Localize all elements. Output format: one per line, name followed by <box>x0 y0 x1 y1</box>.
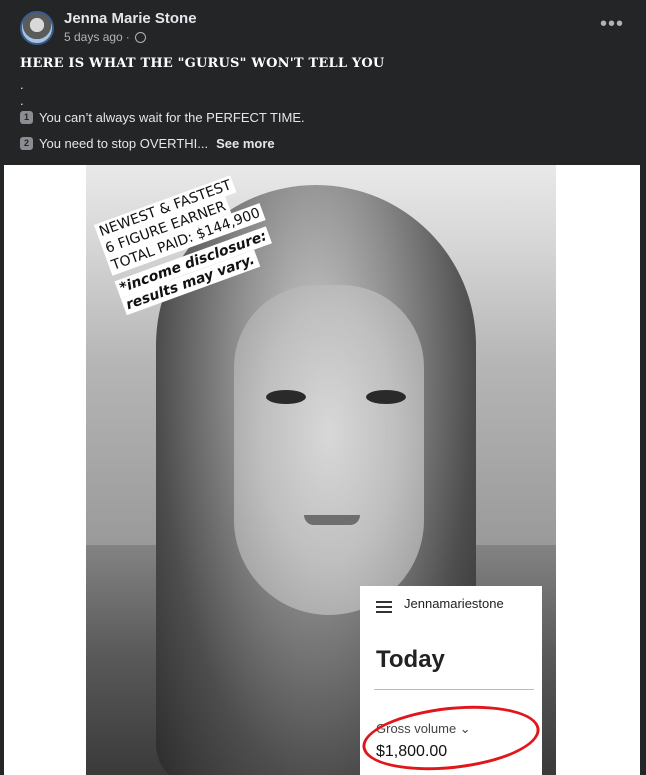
meta-separator: · <box>125 30 130 44</box>
red-circle-highlight <box>359 697 543 775</box>
post-image[interactable]: NEWEST & FASTEST 6 FIGURE EARNER TOTAL P… <box>4 165 640 775</box>
see-more-link[interactable]: See more <box>216 136 275 151</box>
left-eye <box>266 390 306 404</box>
post-line-text: You can’t always wait for the PERFECT TI… <box>39 110 305 125</box>
account-name: Jennamariestone <box>404 596 504 611</box>
post-dot: . <box>20 93 24 108</box>
keycap-2-icon: 2 <box>20 137 33 150</box>
post-headline: HERE IS WHAT THE "GURUS" WON'T TELL YOU <box>20 56 385 71</box>
right-eye <box>366 390 406 404</box>
today-heading: Today <box>376 646 445 673</box>
globe-icon <box>134 31 146 43</box>
more-options-icon[interactable]: ••• <box>600 14 624 34</box>
post-line-1: 1 You can’t always wait for the PERFECT … <box>20 110 305 125</box>
mouth-shape <box>304 515 360 525</box>
keycap-1-icon: 1 <box>20 111 33 124</box>
post-line-text: You need to stop OVERTHI... <box>39 136 209 151</box>
author-avatar[interactable] <box>20 11 54 45</box>
post-dot: . <box>20 77 24 92</box>
post-line-2: 2 You need to stop OVERTHI... See more <box>20 136 275 151</box>
hamburger-menu-icon <box>376 598 392 616</box>
facebook-post: Jenna Marie Stone 5 days ago · ••• HERE … <box>0 0 646 775</box>
post-time[interactable]: 5 days ago <box>64 30 123 44</box>
divider <box>374 689 534 690</box>
face-shape <box>234 285 424 615</box>
author-name[interactable]: Jenna Marie Stone <box>64 10 197 27</box>
payment-card: Jennamariestone Today Gross volume ⌄ $1,… <box>359 586 543 775</box>
post-meta: 5 days ago · <box>64 30 146 44</box>
